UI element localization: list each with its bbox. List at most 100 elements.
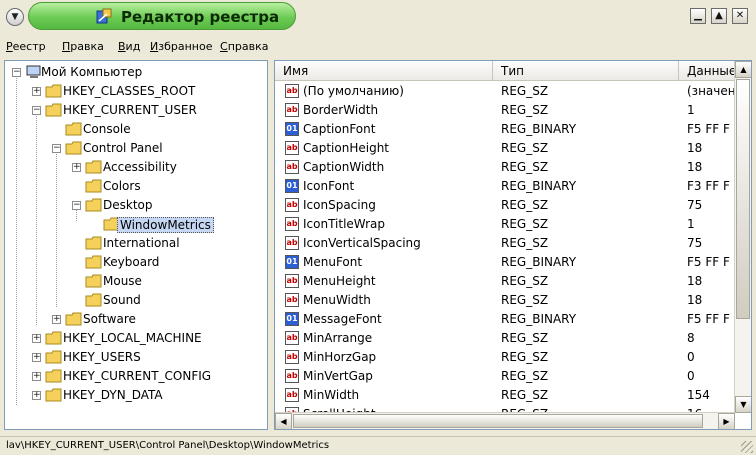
- string-value-icon: ab: [285, 388, 299, 402]
- expand-icon[interactable]: +: [32, 334, 41, 343]
- table-row[interactable]: 01 IconFont REG_BINARY F3 FF F: [275, 177, 735, 196]
- window-title: Редактор реестра: [121, 8, 280, 26]
- vertical-scroll-thumb[interactable]: [736, 79, 750, 319]
- table-row[interactable]: ab MenuHeight REG_SZ 18: [275, 272, 735, 291]
- table-row[interactable]: ab MinWidth REG_SZ 154: [275, 386, 735, 405]
- menu-view[interactable]: Вид: [118, 40, 140, 53]
- folder-icon: [85, 179, 102, 193]
- cell-name: MessageFont: [303, 312, 382, 326]
- window-menu-button[interactable]: ▼: [6, 8, 24, 26]
- folder-icon: [45, 331, 62, 345]
- binary-value-icon: 01: [285, 122, 299, 136]
- string-value-icon: ab: [285, 369, 299, 383]
- table-row[interactable]: ab (По умолчанию) REG_SZ (значен: [275, 82, 735, 101]
- cell-data: 18: [687, 160, 703, 174]
- cell-name: (По умолчанию): [303, 84, 404, 98]
- scroll-left-button[interactable]: ◀: [275, 413, 292, 429]
- tree-label: HKEY_USERS: [63, 350, 141, 364]
- horizontal-scrollbar[interactable]: ◀ ▶: [275, 412, 735, 429]
- table-row[interactable]: ab CaptionWidth REG_SZ 18: [275, 158, 735, 177]
- string-value-icon: ab: [285, 236, 299, 250]
- tree-label: International: [103, 236, 180, 250]
- tree-label: Accessibility: [103, 160, 177, 174]
- cell-type: REG_SZ: [501, 198, 549, 212]
- expand-icon[interactable]: +: [52, 315, 61, 324]
- column-header-name[interactable]: Имя: [275, 61, 493, 81]
- cell-data: 18: [687, 141, 703, 155]
- cell-name: BorderWidth: [303, 103, 379, 117]
- maximize-icon: ▲: [715, 10, 723, 21]
- cell-name: IconTitleWrap: [303, 217, 386, 231]
- arrow-up-icon: ▲: [740, 65, 747, 74]
- maximize-button[interactable]: ▲: [711, 8, 727, 24]
- tree-label: HKEY_LOCAL_MACHINE: [63, 331, 202, 345]
- scroll-down-button[interactable]: ▼: [735, 396, 751, 413]
- collapse-icon[interactable]: −: [52, 144, 61, 153]
- menu-registry[interactable]: Реестр: [6, 40, 46, 53]
- expand-icon[interactable]: +: [32, 87, 41, 96]
- cell-data: 75: [687, 198, 703, 212]
- expand-icon[interactable]: +: [72, 163, 81, 172]
- table-row[interactable]: ab IconSpacing REG_SZ 75: [275, 196, 735, 215]
- folder-open-icon: [45, 103, 62, 117]
- table-row[interactable]: 01 MessageFont REG_BINARY F5 FF F: [275, 310, 735, 329]
- resize-grip-icon[interactable]: [741, 441, 753, 453]
- table-row[interactable]: ab MinArrange REG_SZ 8: [275, 329, 735, 348]
- binary-value-icon: 01: [285, 179, 299, 193]
- cell-name: MenuFont: [303, 255, 363, 269]
- cell-data: 18: [687, 274, 703, 288]
- values-list[interactable]: Имя Тип Данные ab (По умолчанию) REG_SZ (зн…: [274, 60, 752, 430]
- close-icon: ✕: [735, 10, 745, 21]
- expand-icon[interactable]: +: [32, 391, 41, 400]
- tree-label: Control Panel: [83, 141, 163, 155]
- cell-name: CaptionFont: [303, 122, 376, 136]
- table-row[interactable]: 01 CaptionFont REG_BINARY F5 FF F: [275, 120, 735, 139]
- arrow-right-icon: ▶: [723, 417, 730, 426]
- cell-name: MinHorzGap: [303, 350, 377, 364]
- chevron-down-icon: ▼: [11, 12, 19, 22]
- cell-name: MinArrange: [303, 331, 373, 345]
- string-value-icon: ab: [285, 217, 299, 231]
- table-row[interactable]: ab MenuWidth REG_SZ 18: [275, 291, 735, 310]
- folder-open-icon: [85, 198, 102, 212]
- cell-data: 1: [687, 217, 695, 231]
- menu-favorites[interactable]: Избранное: [150, 40, 212, 53]
- close-button[interactable]: ✕: [732, 8, 748, 24]
- arrow-left-icon: ◀: [280, 417, 287, 426]
- cell-type: REG_SZ: [501, 236, 549, 250]
- column-header-type[interactable]: Тип: [493, 61, 679, 81]
- string-value-icon: ab: [285, 331, 299, 345]
- vertical-scrollbar[interactable]: ▲ ▼: [734, 61, 751, 413]
- expand-icon[interactable]: +: [32, 372, 41, 381]
- string-value-icon: ab: [285, 141, 299, 155]
- cell-data: 18: [687, 293, 703, 307]
- scroll-up-button[interactable]: ▲: [735, 61, 751, 78]
- menu-edit[interactable]: Правка: [62, 40, 104, 53]
- scroll-right-button[interactable]: ▶: [718, 413, 735, 429]
- table-row[interactable]: 01 MenuFont REG_BINARY F5 FF F: [275, 253, 735, 272]
- cell-type: REG_BINARY: [501, 122, 577, 136]
- table-row[interactable]: ab CaptionHeight REG_SZ 18: [275, 139, 735, 158]
- cell-type: REG_BINARY: [501, 255, 577, 269]
- menu-help[interactable]: Справка: [220, 40, 268, 53]
- table-row[interactable]: ab IconTitleWrap REG_SZ 1: [275, 215, 735, 234]
- collapse-icon[interactable]: −: [32, 106, 41, 115]
- folder-icon: [85, 160, 102, 174]
- folder-icon: [45, 350, 62, 364]
- table-row[interactable]: ab MinVertGap REG_SZ 0: [275, 367, 735, 386]
- status-path: lav\HKEY_CURRENT_USER\Control Panel\Desk…: [6, 440, 330, 451]
- table-row[interactable]: ab MinHorzGap REG_SZ 0: [275, 348, 735, 367]
- registry-tree[interactable]: − Мой Компьютер + HKEY_CLASSES_ROOT − HK…: [4, 60, 268, 430]
- folder-icon: [65, 312, 82, 326]
- tree-guide: [36, 113, 37, 325]
- table-row[interactable]: ab BorderWidth REG_SZ 1: [275, 101, 735, 120]
- horizontal-scroll-thumb[interactable]: [293, 414, 703, 428]
- cell-name: IconSpacing: [303, 198, 376, 212]
- collapse-icon[interactable]: −: [12, 68, 21, 77]
- minimize-button[interactable]: ▁: [690, 8, 706, 24]
- collapse-icon[interactable]: −: [72, 201, 81, 210]
- cell-data: 0: [687, 369, 695, 383]
- expand-icon[interactable]: +: [32, 353, 41, 362]
- table-row[interactable]: ab IconVerticalSpacing REG_SZ 75: [275, 234, 735, 253]
- folder-icon: [85, 293, 102, 307]
